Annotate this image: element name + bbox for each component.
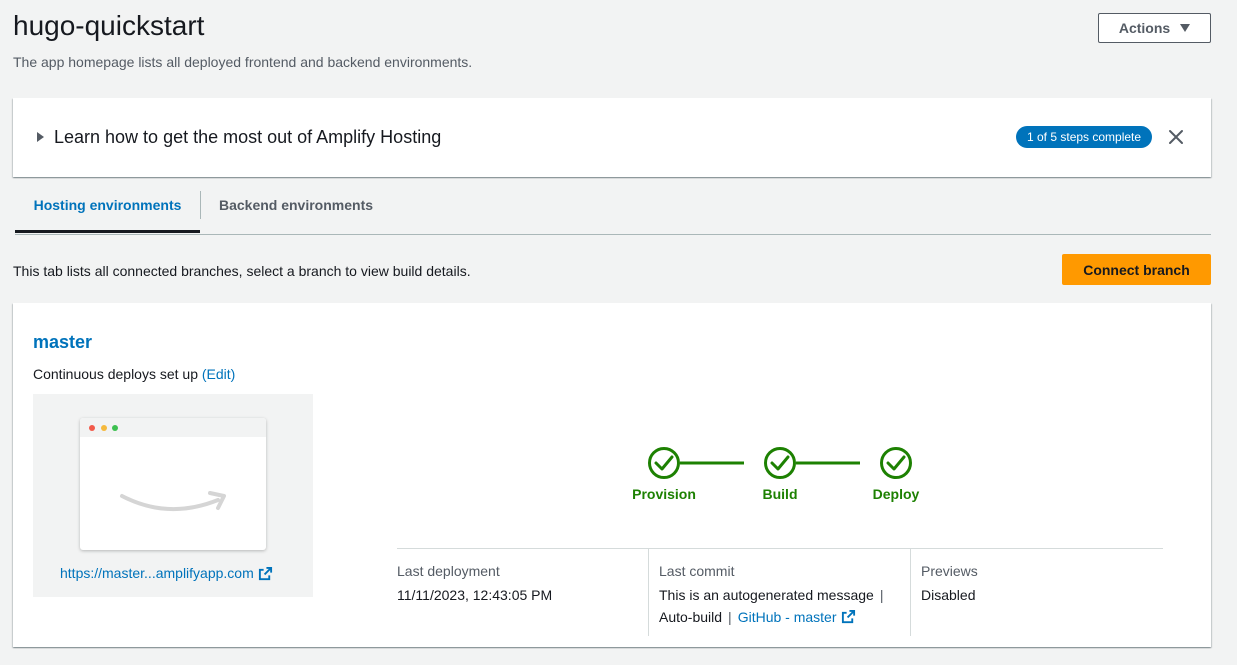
- preview-url-link[interactable]: https://master...amplifyapp.com: [60, 564, 273, 582]
- info-column-divider: [648, 548, 649, 636]
- provision-check-icon: [648, 447, 680, 479]
- browser-bar: [80, 418, 266, 437]
- page-description: The app homepage lists all deployed fron…: [13, 54, 473, 70]
- separator: |: [728, 609, 732, 625]
- yellow-dot-icon: [101, 425, 107, 431]
- learn-panel: Learn how to get the most out of Amplify…: [13, 98, 1211, 177]
- continuous-deploys-text: Continuous deploys set up (Edit): [33, 365, 235, 383]
- tab-description: This tab lists all connected branches, s…: [13, 263, 471, 279]
- caret-down-icon: [1180, 24, 1191, 32]
- actions-label: Actions: [1118, 20, 1171, 36]
- edit-link[interactable]: (Edit): [202, 366, 235, 382]
- github-repo-link-text: GitHub - master: [737, 609, 837, 625]
- last-commit-message-line: This is an autogenerated message |: [659, 586, 889, 604]
- build-steps-diagram: [648, 447, 912, 479]
- last-deployment-value: 11/11/2023, 12:43:05 PM: [397, 587, 553, 603]
- branch-preview-thumbnail[interactable]: https://master...amplifyapp.com: [33, 394, 313, 597]
- external-link-icon: [258, 566, 272, 580]
- actions-button[interactable]: Actions: [1098, 13, 1211, 43]
- steps-progress-badge: 1 of 5 steps complete: [1016, 126, 1153, 148]
- previews-value: Disabled: [921, 587, 976, 603]
- preview-url-text: https://master...amplifyapp.com: [60, 565, 254, 581]
- green-dot-icon: [112, 425, 118, 431]
- last-deployment-label: Last deployment: [397, 563, 500, 579]
- branch-name-link[interactable]: master: [33, 331, 92, 353]
- build-check-icon: [764, 447, 796, 479]
- last-commit-label: Last commit: [659, 563, 735, 579]
- step-label-build: Build: [762, 486, 798, 502]
- external-link-icon: [841, 609, 855, 624]
- branch-card: master Continuous deploys set up (Edit) …: [13, 303, 1211, 647]
- last-commit-source-line: Auto-build | GitHub - master: [659, 608, 856, 626]
- page-title: hugo-quickstart: [13, 10, 205, 41]
- info-divider: [397, 548, 1163, 549]
- environment-tabs: Hosting environments Backend environment…: [15, 188, 1211, 235]
- info-column-divider: [910, 548, 911, 636]
- deploy-check-icon: [880, 447, 912, 479]
- connect-branch-button[interactable]: Connect branch: [1062, 254, 1211, 285]
- learn-panel-title[interactable]: Learn how to get the most out of Amplify…: [54, 126, 441, 148]
- step-label-provision: Provision: [632, 486, 696, 502]
- browser-mockup: [80, 418, 266, 550]
- continuous-deploys-label: Continuous deploys set up: [33, 366, 198, 382]
- amazon-smile-logo-icon: [120, 491, 226, 512]
- separator: |: [879, 587, 884, 603]
- tab-backend-environments[interactable]: Backend environments: [201, 188, 391, 233]
- last-commit-source: Auto-build: [659, 609, 723, 625]
- red-dot-icon: [89, 425, 95, 431]
- previews-label: Previews: [921, 563, 978, 579]
- close-icon[interactable]: [1168, 129, 1184, 145]
- tab-hosting-environments[interactable]: Hosting environments: [15, 188, 200, 233]
- caret-right-icon[interactable]: [37, 132, 44, 142]
- last-commit-message: This is an autogenerated message: [659, 587, 874, 603]
- step-label-deploy: Deploy: [872, 486, 920, 502]
- github-repo-link[interactable]: GitHub - master: [738, 609, 856, 625]
